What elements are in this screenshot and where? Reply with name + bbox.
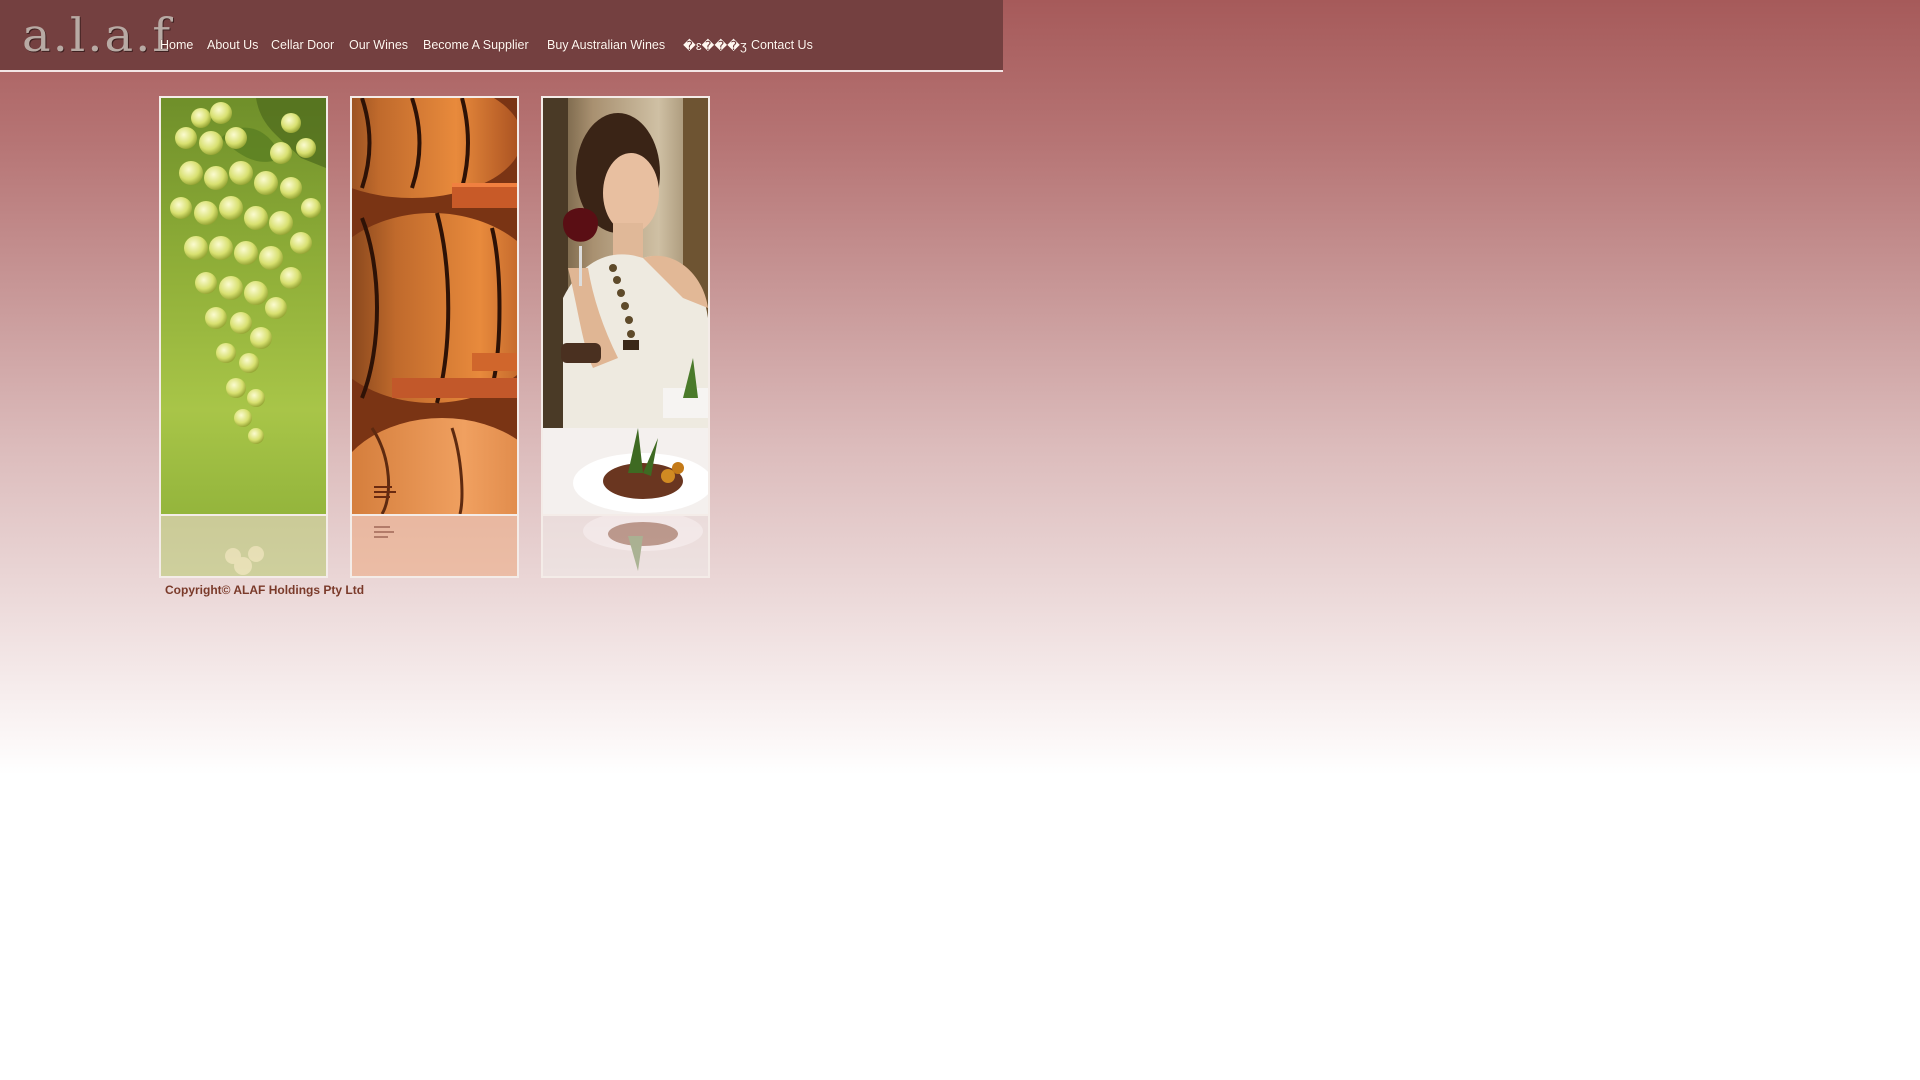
site-header: a.l.a.f Home About Us Cellar Door Our Wi… bbox=[0, 0, 1003, 72]
wine-tasting-reflection bbox=[543, 516, 708, 576]
nav-home[interactable]: Home bbox=[160, 38, 193, 52]
site-logo[interactable]: a.l.a.f bbox=[22, 13, 172, 59]
nav-become-a-supplier[interactable]: Become A Supplier bbox=[423, 38, 529, 52]
nav-contact-us[interactable]: Contact Us bbox=[751, 38, 813, 52]
copyright-text: Copyright© ALAF Holdings Pty Ltd bbox=[165, 583, 365, 597]
nav-garbled-link[interactable]: �ɛ���ʒ bbox=[683, 38, 747, 53]
nav-cellar-door[interactable]: Cellar Door bbox=[271, 38, 334, 52]
panel-barrels bbox=[350, 96, 519, 578]
grapes-photo bbox=[161, 98, 326, 514]
woman-with-wine-photo bbox=[543, 98, 708, 514]
nav-buy-australian-wines[interactable]: Buy Australian Wines bbox=[547, 38, 665, 52]
panel-grapes bbox=[159, 96, 328, 578]
barrels-reflection bbox=[352, 516, 517, 576]
wine-barrels-photo bbox=[352, 98, 517, 514]
nav-our-wines[interactable]: Our Wines bbox=[349, 38, 408, 52]
panel-wine-tasting bbox=[541, 96, 710, 578]
nav-about-us[interactable]: About Us bbox=[207, 38, 258, 52]
grapes-reflection bbox=[161, 516, 326, 576]
